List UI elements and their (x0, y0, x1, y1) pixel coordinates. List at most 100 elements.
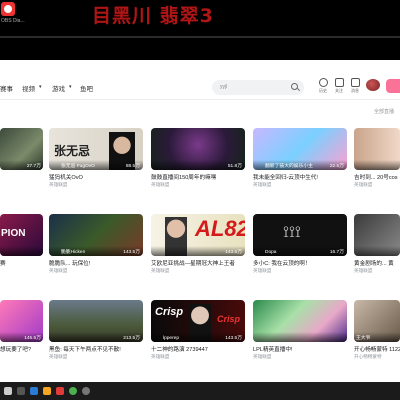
message-button[interactable]: 消息 (347, 78, 363, 94)
card-category[interactable]: 英雄联盟 (151, 268, 169, 274)
video-card[interactable]: 翻新了鼓大的娱乐小主 22.5万 我未能全回归-云顶中生代! 英雄联盟 (253, 128, 347, 192)
video-card[interactable]: Crisp Crisp lpperep 143.5万 十二神的路演 273944… (151, 300, 245, 364)
viewer-count: 51.8万 (227, 164, 242, 169)
taskbar (0, 382, 400, 400)
card-category[interactable]: 英雄联盟 (49, 354, 67, 360)
video-card[interactable]: 145.5万 想玩要了吧? (0, 300, 43, 364)
obs-app-icon[interactable] (1, 2, 15, 16)
nav-item-games[interactable]: 游戏 (52, 83, 65, 93)
follow-button[interactable]: 关注 (331, 78, 347, 94)
card-title[interactable]: 黑鱼: 每天下午两点不见不散! (49, 345, 143, 353)
thumbnail[interactable]: PION (0, 214, 43, 256)
video-card[interactable]: 27.7万 (0, 128, 43, 192)
app-label: OBS Dia... (1, 18, 25, 24)
card-category[interactable]: 英雄联盟 (354, 268, 372, 274)
card-title[interactable]: 开心畅畅蒙特 11222 (354, 345, 400, 353)
video-card[interactable]: PION 赛 (0, 214, 43, 278)
filter-all-live[interactable]: 全部直播 (374, 108, 394, 115)
thumbnail[interactable]: 213.5万 (49, 300, 143, 342)
video-card[interactable]: 51.8万 鼓鼓直播间150周年的嘛嘿 英雄联盟 (151, 128, 245, 192)
thumbnail[interactable]: 脆脆Hicken 143.5万 (49, 214, 143, 256)
card-title[interactable]: 十二神的路演 2739447 (151, 345, 245, 353)
viewer-count: 145.5万 (24, 336, 41, 341)
card-category[interactable]: 英雄联盟 (253, 268, 271, 274)
viewer-count: 88.5万 (125, 164, 140, 169)
card-title[interactable]: 黄金剧场的... 黄 (354, 259, 400, 267)
search-input[interactable]: yyjl (212, 80, 304, 95)
thumbnail-art: Crisp (155, 306, 184, 318)
card-category[interactable]: 英雄联盟 (253, 182, 271, 188)
card-title[interactable]: LPL精英直播中! (253, 345, 347, 353)
nav-item-fishbar[interactable]: 鱼吧 (80, 83, 93, 93)
clock-icon (318, 78, 328, 87)
bell-icon (350, 78, 360, 87)
thumbnail-art: Crisp (217, 314, 241, 324)
card-title[interactable]: 想玩要了吧? (0, 345, 43, 353)
thumbnail-art: PION (1, 228, 26, 239)
video-card[interactable]: 张无忌 张无忌 FugOvO 88.5万 猛犸机关OvO 英雄联盟 (49, 128, 143, 192)
card-category[interactable]: 英雄联盟 (253, 354, 271, 360)
card-category[interactable]: 开心畅畅蒙特 (354, 354, 382, 360)
thumbnail[interactable]: 145.5万 (0, 300, 43, 342)
video-card[interactable]: ⟟⟟⟟ Dopa 16.7万 多小C: 我在云顶的啊！ 英雄联盟 (253, 214, 347, 278)
thumbnail[interactable]: Crisp Crisp lpperep 143.5万 (151, 300, 245, 342)
card-title[interactable]: 脆脆队... 玩保位! (49, 259, 143, 267)
streamer-name: 王大爷 (356, 336, 371, 341)
thumbnail[interactable] (354, 128, 400, 170)
heart-icon (334, 78, 344, 87)
viewer-count: 27.7万 (26, 164, 41, 169)
thumbnail[interactable]: 张无忌 张无忌 FugOvO 88.5万 (49, 128, 143, 170)
card-category[interactable]: 英雄联盟 (354, 182, 372, 188)
video-card[interactable]: 吉时到... 20号cos 英雄联盟 (354, 128, 400, 192)
nav-item-events[interactable]: 赛事 (0, 83, 13, 93)
thumbnail-art: 张无忌 (54, 144, 91, 158)
card-title[interactable]: 艾欧尼亚挑战—星期冠大神上王者 (151, 259, 245, 267)
streamer-name: 张无忌 FugOvO (61, 164, 95, 169)
card-category[interactable]: 英雄联盟 (49, 182, 67, 188)
thumbnail[interactable]: 51.8万 (151, 128, 245, 170)
card-category[interactable]: 英雄联盟 (151, 354, 169, 360)
explorer-icon[interactable] (30, 387, 38, 395)
site-header: 赛事 视频 ▾ 游戏 ▾ 鱼吧 yyjl 历史 关注 消息 (0, 60, 400, 100)
history-button[interactable]: 历史 (315, 78, 331, 94)
start-icon[interactable] (4, 387, 12, 395)
card-title[interactable]: 鼓鼓直播间150周年的嘛嘿 (151, 173, 245, 181)
video-card[interactable]: 脆脆Hicken 143.5万 脆脆队... 玩保位! 英雄联盟 (49, 214, 143, 278)
divider (0, 28, 400, 36)
card-title[interactable]: 猛犸机关OvO (49, 173, 143, 181)
divider (0, 38, 400, 60)
streamer-name: Dopa (265, 250, 277, 255)
video-card[interactable]: 黄金剧场的... 黄 英雄联盟 (354, 214, 400, 278)
video-card[interactable]: AL82 143.5万 艾欧尼亚挑战—星期冠大神上王者 英雄联盟 (151, 214, 245, 278)
broadcast-button[interactable] (386, 79, 400, 93)
app-icon[interactable] (56, 387, 64, 395)
card-title[interactable]: 吉时到... 20号cos (354, 173, 400, 181)
thumbnail[interactable]: 27.7万 (0, 128, 43, 170)
viewer-count: 143.5万 (225, 250, 242, 255)
nav-item-video[interactable]: 视频 (22, 83, 35, 93)
video-card[interactable]: LPL精英直播中! 英雄联盟 (253, 300, 347, 364)
streamer-name: 脆脆Hicken (61, 250, 86, 255)
obs-icon[interactable] (82, 387, 90, 395)
browser-icon[interactable] (69, 387, 77, 395)
avatar[interactable] (366, 79, 380, 91)
viewer-count: 143.5万 (225, 336, 242, 341)
folder-icon[interactable] (43, 387, 51, 395)
browser-page: 赛事 视频 ▾ 游戏 ▾ 鱼吧 yyjl 历史 关注 消息 全部直播 27.7万… (0, 60, 400, 382)
thumbnail[interactable]: AL82 143.5万 (151, 214, 245, 256)
thumbnail[interactable] (253, 300, 347, 342)
video-card[interactable]: 王大爷 开心畅畅蒙特 11222 开心畅畅蒙特 (354, 300, 400, 364)
card-category[interactable]: 英雄联盟 (151, 182, 169, 188)
card-title[interactable]: 赛 (0, 259, 43, 267)
thumbnail[interactable]: ⟟⟟⟟ Dopa 16.7万 (253, 214, 347, 256)
card-title[interactable]: 我未能全回归-云顶中生代! (253, 173, 347, 181)
thumbnail[interactable]: 王大爷 (354, 300, 400, 342)
search-taskbar-icon[interactable] (17, 387, 25, 395)
card-title[interactable]: 多小C: 我在云顶的啊！ (253, 259, 347, 267)
thumbnail[interactable]: 翻新了鼓大的娱乐小主 22.5万 (253, 128, 347, 170)
card-category[interactable]: 英雄联盟 (49, 268, 67, 274)
video-card[interactable]: 213.5万 黑鱼: 每天下午两点不见不散! 英雄联盟 (49, 300, 143, 364)
search-icon[interactable] (291, 83, 298, 90)
stream-overlay-bar: OBS Dia... 目黑川 翡翠3 (0, 0, 400, 28)
thumbnail[interactable] (354, 214, 400, 256)
